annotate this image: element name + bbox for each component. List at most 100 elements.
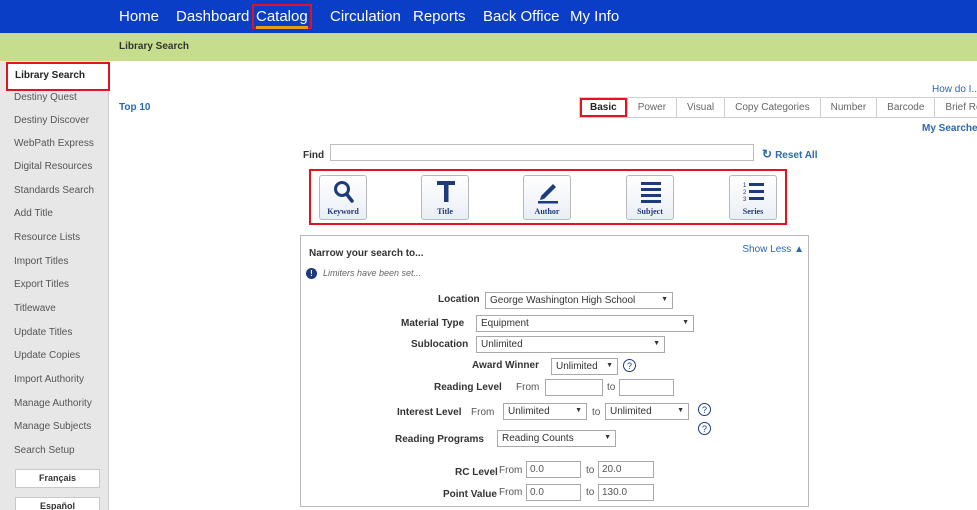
title-search-button[interactable]: Title [421, 175, 469, 220]
location-label: Location [438, 294, 480, 305]
series-button-label: Series [742, 207, 764, 216]
subject-button-label: Subject [637, 207, 663, 216]
tab-power[interactable]: Power [627, 97, 678, 118]
find-label: Find [303, 150, 325, 161]
rc-level-to-input[interactable]: 20.0 [598, 461, 654, 478]
tab-barcode[interactable]: Barcode [877, 97, 936, 118]
reading-level-to-input[interactable] [619, 379, 674, 396]
keyword-button-label: Keyword [327, 207, 359, 216]
keyword-search-button[interactable]: Keyword [319, 175, 367, 220]
point-value-from-input[interactable]: 0.0 [526, 484, 581, 501]
nav-circulation[interactable]: Circulation [330, 8, 401, 25]
info-icon: ! [306, 268, 317, 279]
reading-programs-help-icon[interactable]: ? [698, 422, 711, 435]
nav-catalog[interactable]: Catalog [252, 4, 312, 29]
reading-programs-select[interactable]: Reading Counts [497, 430, 616, 447]
rc-level-from-input[interactable]: 0.0 [526, 461, 581, 478]
point-value-label: Point Value [443, 489, 497, 500]
sidebar-item-search-setup[interactable]: Search Setup [14, 445, 75, 456]
award-winner-select[interactable]: Unlimited [551, 358, 618, 375]
location-select[interactable]: George Washington High School [485, 292, 673, 309]
sublocation-label: Sublocation [411, 339, 469, 350]
material-type-label: Material Type [401, 318, 465, 329]
interest-level-to-select[interactable]: Unlimited [605, 403, 689, 420]
nav-dashboard[interactable]: Dashboard [176, 8, 249, 25]
reading-programs-label: Reading Programs [395, 434, 484, 445]
language-button-french[interactable]: Français [15, 469, 100, 488]
sidebar-item-destiny-quest[interactable]: Destiny Quest [14, 92, 77, 103]
tab-visual[interactable]: Visual [677, 97, 726, 118]
point-value-to-input[interactable]: 130.0 [598, 484, 654, 501]
search-mode-tabs: Basic Power Visual Copy Categories Numbe… [579, 97, 977, 118]
how-do-i-link[interactable]: How do I...? [932, 84, 977, 95]
rc-level-to-text: to [586, 465, 595, 476]
nav-reports[interactable]: Reports [413, 8, 466, 25]
rc-level-from-text: From [499, 465, 523, 476]
series-search-button[interactable]: 1 2 3 Series [729, 175, 777, 220]
nav-home[interactable]: Home [119, 8, 159, 25]
tab-copy-categories[interactable]: Copy Categories [725, 97, 821, 118]
interest-level-from-select[interactable]: Unlimited [503, 403, 587, 420]
language-button-spanish[interactable]: Español [15, 497, 100, 510]
interest-level-label: Interest Level [397, 407, 462, 418]
tab-basic[interactable]: Basic [579, 97, 628, 118]
sidebar-item-library-search[interactable]: Library Search [6, 62, 110, 91]
subject-search-button[interactable]: Subject [626, 175, 674, 220]
reading-level-to-text: to [607, 382, 616, 393]
breadcrumb-text: Library Search [119, 41, 190, 52]
svg-text:2: 2 [743, 190, 747, 196]
title-button-label: Title [437, 207, 453, 216]
breadcrumb: Library Search [0, 33, 977, 61]
tab-brief-records[interactable]: Brief Records [935, 97, 977, 118]
reading-level-from-input[interactable] [545, 379, 603, 396]
nav-back-office[interactable]: Back Office [483, 8, 559, 25]
award-winner-label: Award Winner [472, 360, 539, 371]
sidebar: Library Search Destiny Quest Destiny Dis… [0, 61, 110, 510]
interest-level-to-text: to [592, 407, 601, 418]
interest-help-icon[interactable]: ? [698, 403, 711, 416]
sidebar-item-export-titles[interactable]: Export Titles [14, 279, 69, 290]
how-do-i-label: How do I... [932, 84, 977, 95]
sidebar-item-titlewave[interactable]: Titlewave [14, 303, 56, 314]
material-type-select[interactable]: Equipment [476, 315, 694, 332]
sidebar-item-update-copies[interactable]: Update Copies [14, 350, 80, 361]
author-search-button[interactable]: Author [523, 175, 571, 220]
reset-all-label: Reset All [775, 150, 818, 161]
reset-icon: ↻ [762, 147, 773, 161]
tab-number[interactable]: Number [820, 97, 878, 118]
award-help-icon[interactable]: ? [623, 359, 636, 372]
sidebar-item-manage-authority[interactable]: Manage Authority [14, 398, 92, 409]
point-value-from-text: From [499, 487, 523, 498]
nav-my-info[interactable]: My Info [570, 8, 619, 25]
show-less-link[interactable]: Show Less ▲ [742, 244, 804, 255]
sidebar-item-webpath-express[interactable]: WebPath Express [14, 138, 94, 149]
show-less-label: Show Less [742, 244, 792, 255]
top10-link[interactable]: Top 10 [119, 102, 150, 113]
limiters-note-text: Limiters have been set... [323, 268, 422, 278]
find-input[interactable] [330, 144, 754, 161]
limiters-note: ! Limiters have been set... [306, 268, 421, 279]
triangle-up-icon: ▲ [794, 244, 804, 255]
magnifier-icon [334, 181, 354, 203]
my-searches-link[interactable]: My Searches [922, 123, 977, 134]
sidebar-item-destiny-discover[interactable]: Destiny Discover [14, 115, 89, 126]
sidebar-item-import-titles[interactable]: Import Titles [14, 256, 68, 267]
reset-all-button[interactable]: ↻ Reset All [762, 147, 817, 161]
sidebar-item-resource-lists[interactable]: Resource Lists [14, 232, 80, 243]
rc-level-label: RC Level [455, 467, 498, 478]
sidebar-item-add-title[interactable]: Add Title [14, 208, 53, 219]
sidebar-item-update-titles[interactable]: Update Titles [14, 327, 72, 338]
title-t-icon [437, 181, 455, 202]
sublocation-select[interactable]: Unlimited [476, 336, 665, 353]
pen-icon [538, 184, 558, 204]
reading-level-label: Reading Level [434, 382, 502, 393]
narrow-search-panel: Narrow your search to... Show Less ▲ ! Li… [300, 235, 809, 507]
sidebar-item-manage-subjects[interactable]: Manage Subjects [14, 421, 91, 432]
top-nav-left-pad [0, 0, 107, 33]
svg-text:1: 1 [743, 183, 747, 189]
narrow-search-title: Narrow your search to... [309, 248, 424, 259]
sidebar-item-standards-search[interactable]: Standards Search [14, 185, 94, 196]
point-value-to-text: to [586, 487, 595, 498]
sidebar-item-import-authority[interactable]: Import Authority [14, 374, 84, 385]
sidebar-item-digital-resources[interactable]: Digital Resources [14, 161, 92, 172]
